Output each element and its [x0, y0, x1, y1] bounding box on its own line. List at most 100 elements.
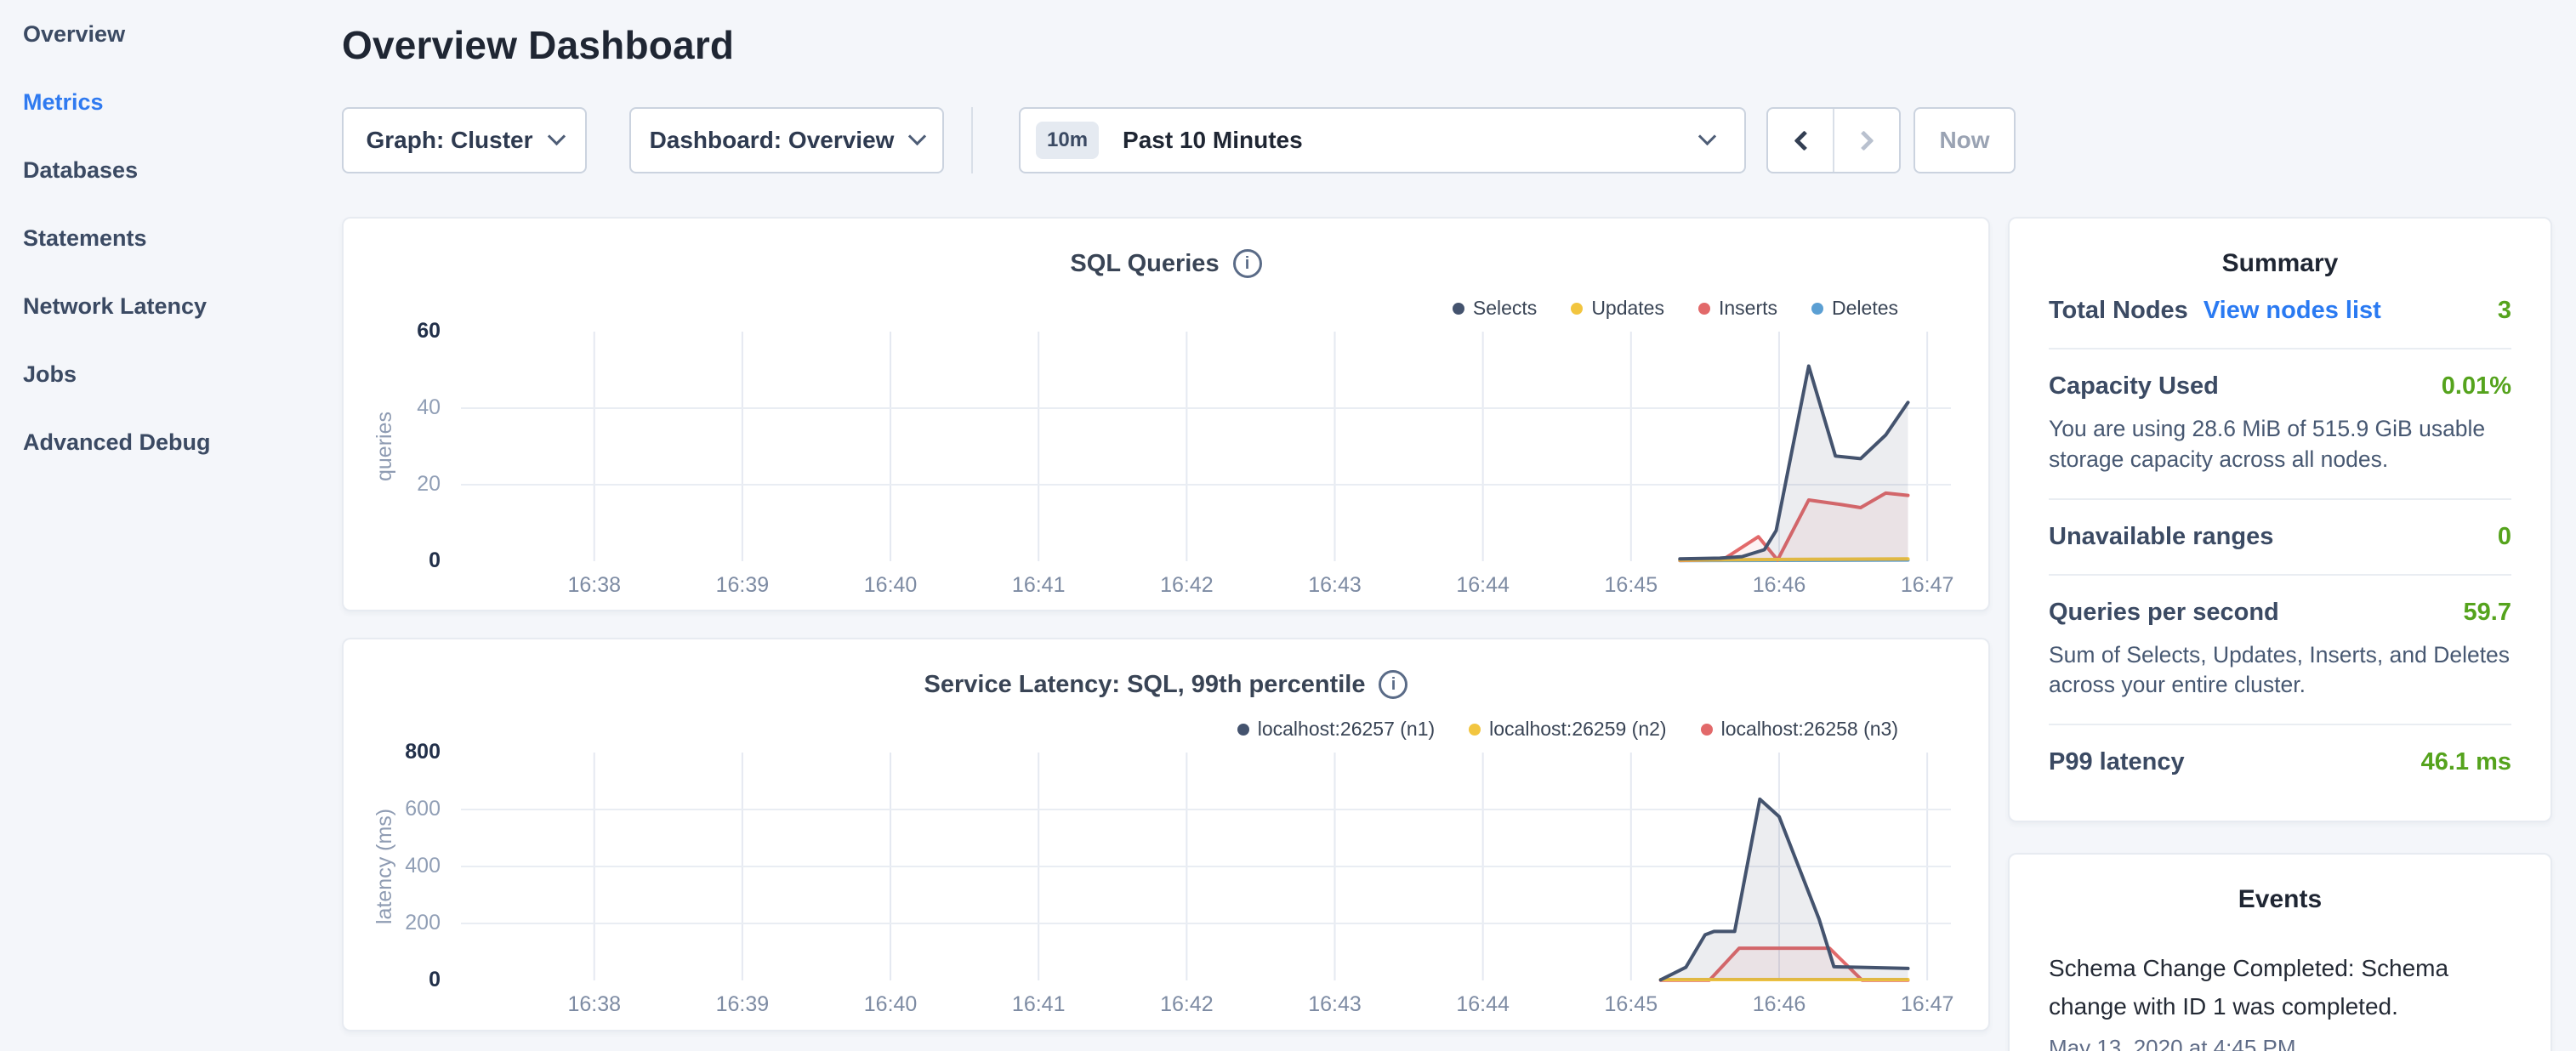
events-title: Events [2049, 885, 2511, 914]
graph-dropdown[interactable]: Graph: Cluster [342, 107, 587, 173]
legend-dot-icon [1571, 303, 1583, 315]
sidebar-item-jobs[interactable]: Jobs [0, 340, 342, 408]
summary-row-value: 46.1 ms [2421, 748, 2511, 776]
x-tick-label: 16:47 [1868, 992, 1987, 1017]
controls-divider [971, 107, 973, 173]
event-timestamp: May 13, 2020 at 4:45 PM [2049, 1035, 2511, 1051]
summary-row-label: Unavailable ranges [2049, 523, 2273, 551]
legend-dot-icon [1453, 303, 1464, 315]
legend-label: localhost:26257 (n1) [1258, 718, 1435, 741]
legend-dot-icon [1469, 724, 1481, 736]
event-list-item[interactable]: Schema Change Completed: Schema change w… [2049, 950, 2511, 1051]
summary-row-label: P99 latency [2049, 748, 2185, 776]
time-range-selector[interactable]: 10m Past 10 Minutes [1019, 107, 1746, 173]
info-icon[interactable]: i [1233, 249, 1262, 278]
chart-title-text: SQL Queries [1070, 250, 1219, 278]
x-tick-label: 16:44 [1424, 992, 1543, 1017]
time-nav-arrows [1766, 107, 1901, 173]
x-tick-label: 16:43 [1276, 573, 1395, 598]
x-tick-label: 16:47 [1868, 573, 1987, 598]
legend-item[interactable]: Updates [1571, 297, 1664, 320]
x-tick-label: 16:42 [1127, 992, 1246, 1017]
legend-item[interactable]: localhost:26257 (n1) [1237, 718, 1435, 741]
legend-item[interactable]: Selects [1453, 297, 1537, 320]
legend-label: localhost:26258 (n3) [1721, 718, 1898, 741]
x-tick-label: 16:40 [831, 573, 950, 598]
graph-dropdown-label: Graph: Cluster [366, 127, 532, 154]
now-button[interactable]: Now [1914, 107, 2016, 173]
legend-label: Inserts [1719, 297, 1777, 320]
legend-label: localhost:26259 (n2) [1489, 718, 1666, 741]
next-time-button[interactable] [1834, 109, 1899, 172]
sidebar-item-overview[interactable]: Overview [0, 0, 342, 68]
legend-item[interactable]: localhost:26259 (n2) [1469, 718, 1666, 741]
y-tick-label: 400 [366, 854, 441, 878]
info-glyph: i [1391, 675, 1396, 695]
summary-row-value: 0 [2498, 523, 2511, 551]
summary-row-total-nodes: Total Nodes View nodes list 3 [2049, 278, 2511, 349]
time-range-label: Past 10 Minutes [1123, 127, 1303, 154]
page-title: Overview Dashboard [342, 22, 734, 68]
summary-row-description: You are using 28.6 MiB of 515.9 GiB usab… [2049, 414, 2511, 475]
summary-title: Summary [2049, 249, 2511, 278]
chart-title-text: Service Latency: SQL, 99th percentile [924, 671, 1366, 699]
sql-queries-plot[interactable]: queries 16:3816:3916:4016:4116:4216:4316… [461, 332, 1951, 561]
event-text: Schema Change Completed: Schema change w… [2049, 950, 2511, 1026]
chevron-down-icon [1698, 128, 1716, 145]
chart-legend: Selects Updates Inserts Deletes [1419, 297, 1898, 320]
summary-row-value: 59.7 [2464, 599, 2511, 627]
summary-row-queries-per-second: Queries per second 59.7 Sum of Selects, … [2049, 576, 2511, 726]
summary-row-label: Queries per second [2049, 599, 2279, 627]
sidebar-item-statements[interactable]: Statements [0, 204, 342, 272]
chart-legend: localhost:26257 (n1) localhost:26259 (n2)… [1203, 718, 1898, 741]
summary-row-capacity-used: Capacity Used 0.01% You are using 28.6 M… [2049, 349, 2511, 500]
chevron-down-icon [547, 128, 565, 145]
events-panel: Events Schema Change Completed: Schema c… [2008, 853, 2552, 1051]
x-tick-label: 16:40 [831, 992, 950, 1017]
y-tick-label: 200 [366, 911, 441, 935]
summary-row-value: 0.01% [2442, 372, 2511, 401]
sql-queries-chart-card: SQL Queries i Selects Updates Inserts Delet… [342, 217, 1990, 611]
sidebar-item-metrics[interactable]: Metrics [0, 68, 342, 136]
x-tick-label: 16:45 [1572, 573, 1691, 598]
legend-item[interactable]: Inserts [1698, 297, 1777, 320]
legend-item[interactable]: Deletes [1811, 297, 1898, 320]
sidebar-item-advanced-debug[interactable]: Advanced Debug [0, 408, 342, 476]
legend-dot-icon [1701, 724, 1713, 736]
x-tick-label: 16:46 [1720, 992, 1839, 1017]
prev-time-button[interactable] [1768, 109, 1834, 172]
legend-label: Updates [1591, 297, 1664, 320]
x-tick-label: 16:42 [1127, 573, 1246, 598]
summary-row-description: Sum of Selects, Updates, Inserts, and De… [2049, 640, 2511, 702]
x-tick-label: 16:44 [1424, 573, 1543, 598]
summary-panel: Summary Total Nodes View nodes list 3 Ca… [2008, 217, 2552, 822]
legend-label: Deletes [1832, 297, 1898, 320]
legend-dot-icon [1237, 724, 1249, 736]
x-tick-label: 16:41 [979, 573, 1098, 598]
summary-row-label: Capacity Used [2049, 372, 2219, 401]
sidebar-item-databases[interactable]: Databases [0, 136, 342, 204]
service-latency-plot[interactable]: latency (ms) 16:3816:3916:4016:4116:4216… [461, 753, 1951, 980]
sidebar-item-network-latency[interactable]: Network Latency [0, 272, 342, 340]
summary-row-p99-latency: P99 latency 46.1 ms [2049, 725, 2511, 799]
dashboard-dropdown-label: Dashboard: Overview [650, 127, 895, 154]
view-nodes-list-link[interactable]: View nodes list [2204, 297, 2381, 325]
info-icon[interactable]: i [1379, 670, 1407, 699]
summary-row-unavailable-ranges: Unavailable ranges 0 [2049, 500, 2511, 576]
sidebar: Overview Metrics Databases Statements Ne… [0, 0, 342, 1051]
info-glyph: i [1245, 254, 1250, 274]
x-tick-label: 16:41 [979, 992, 1098, 1017]
x-tick-label: 16:38 [535, 992, 654, 1017]
y-tick-label: 60 [366, 319, 441, 344]
chevron-down-icon [908, 128, 926, 145]
dashboard-dropdown[interactable]: Dashboard: Overview [629, 107, 944, 173]
legend-dot-icon [1811, 303, 1823, 315]
y-tick-label: 0 [366, 968, 441, 992]
time-range-badge: 10m [1036, 122, 1099, 159]
summary-row-value: 3 [2498, 297, 2511, 325]
chevron-left-icon [1794, 130, 1814, 151]
x-tick-label: 16:46 [1720, 573, 1839, 598]
y-tick-label: 600 [366, 797, 441, 821]
legend-item[interactable]: localhost:26258 (n3) [1701, 718, 1898, 741]
y-tick-label: 20 [366, 472, 441, 497]
